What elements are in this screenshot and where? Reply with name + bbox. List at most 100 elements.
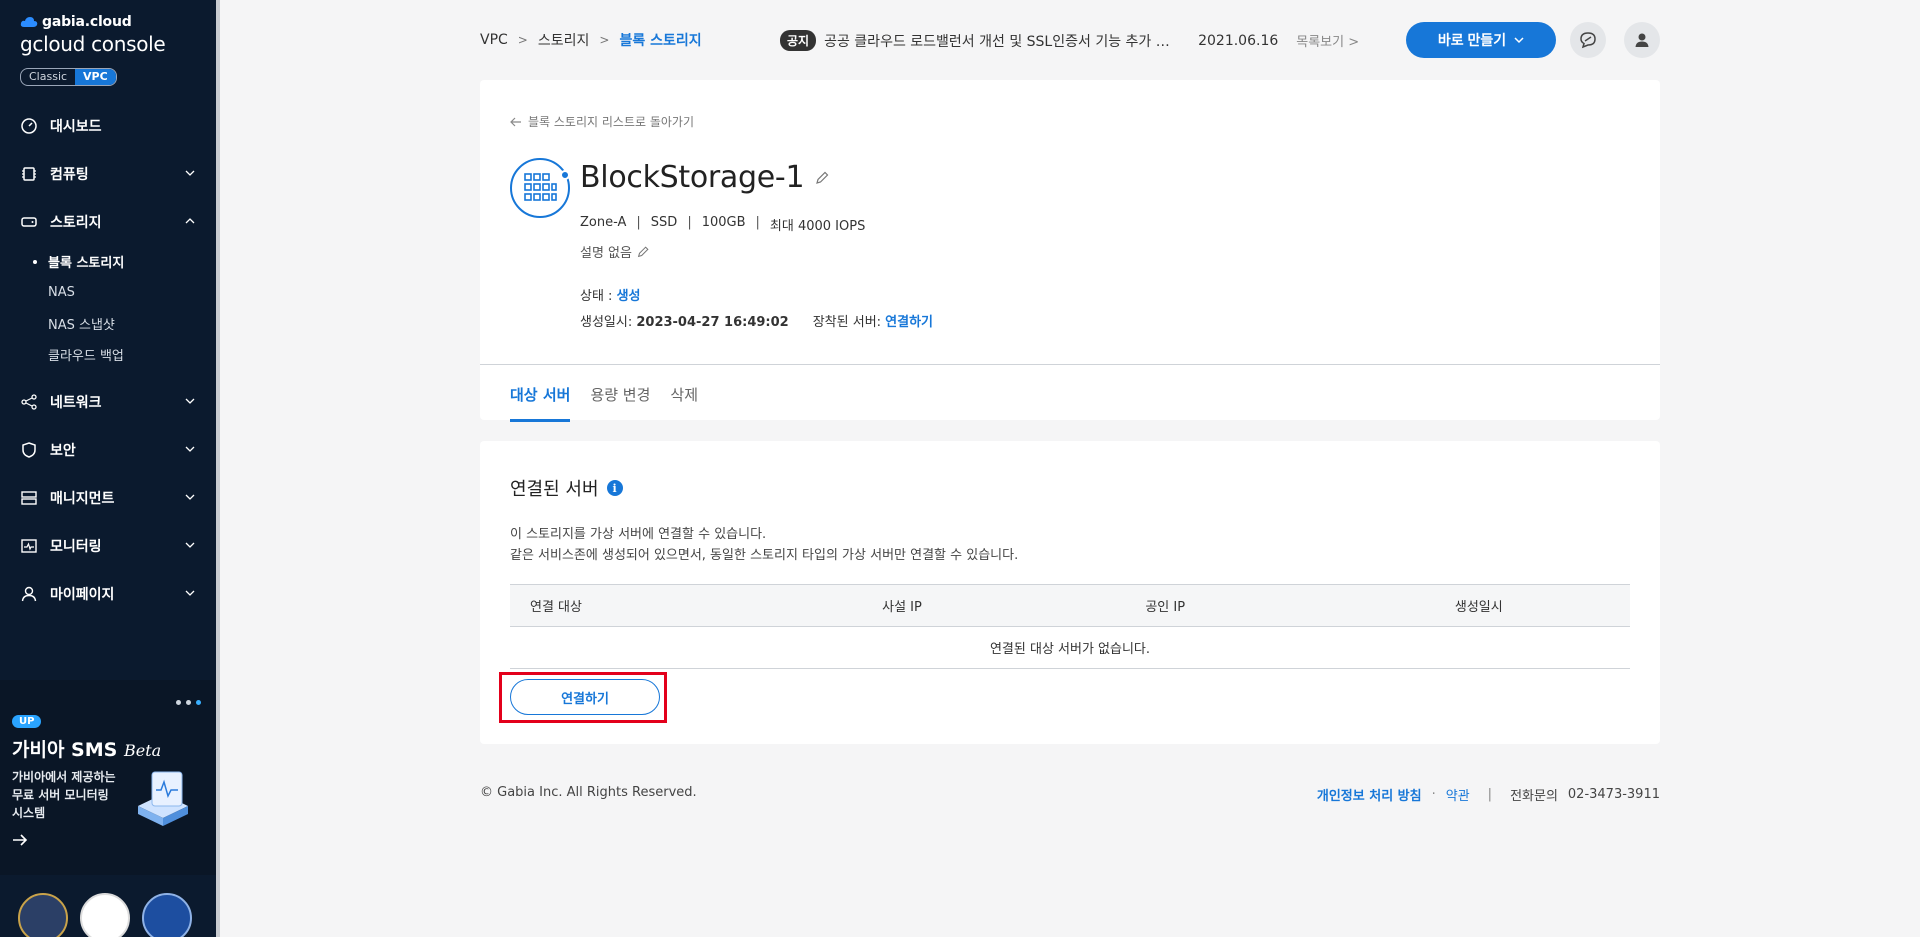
dashboard-icon bbox=[21, 118, 37, 134]
nav-label: 네트워크 bbox=[50, 395, 102, 411]
mounted-connect-link[interactable]: 연결하기 bbox=[885, 315, 933, 330]
back-link-label: 블록 스토리지 리스트로 돌아가기 bbox=[528, 115, 695, 129]
connect-button[interactable]: 연결하기 bbox=[510, 679, 660, 715]
nav-computing[interactable]: 컴퓨팅 bbox=[0, 150, 219, 198]
nav-label: 마이페이지 bbox=[50, 587, 115, 603]
breadcrumb-block-storage[interactable]: 블록 스토리지 bbox=[619, 30, 701, 50]
pencil-icon[interactable] bbox=[814, 170, 830, 186]
main-nav: 대시보드 컴퓨팅 스토리지 블록 스토리지 NAS NAS 스냅샷 클라우드 백… bbox=[0, 102, 219, 618]
chevron-down-icon bbox=[185, 170, 195, 176]
breadcrumb-storage[interactable]: 스토리지 bbox=[538, 30, 590, 50]
network-icon bbox=[21, 394, 37, 410]
phone-label: 전화문의 bbox=[1510, 789, 1558, 804]
pipe-separator: | bbox=[1487, 787, 1493, 802]
monitor-icon bbox=[21, 539, 37, 553]
table-header-row: 연결 대상 사설 IP 공인 IP 생성일시 bbox=[510, 584, 1630, 627]
notice-more-link[interactable]: 목록보기 > bbox=[1296, 31, 1359, 50]
promo-title: 가비아 SMS Beta bbox=[12, 739, 162, 761]
brand-logo[interactable]: gabia.cloud gcloud console bbox=[0, 0, 219, 56]
nav-mypage[interactable]: 마이페이지 bbox=[0, 570, 219, 618]
tab-resize[interactable]: 용량 변경 bbox=[590, 384, 650, 422]
chevron-down-icon bbox=[185, 542, 195, 548]
col-target: 연결 대상 bbox=[510, 584, 802, 627]
notice-date: 2021.06.16 bbox=[1198, 32, 1279, 49]
section-title: 연결된 서버 i bbox=[510, 475, 623, 501]
created-label: 생성일시: bbox=[580, 315, 637, 330]
connected-servers-table: 연결 대상 사설 IP 공인 IP 생성일시 연결된 대상 서버가 없습니다. bbox=[510, 584, 1630, 669]
notice-text[interactable]: 공공 클라우드 로드밸런서 개선 및 SSL인증서 기능 추가 안내 bbox=[824, 31, 1172, 51]
mode-vpc[interactable]: VPC bbox=[75, 69, 116, 85]
quick-create-button[interactable]: 바로 만들기 bbox=[1406, 22, 1556, 58]
spec-iops: 최대 4000 IOPS bbox=[769, 219, 866, 234]
storage-meta: 생성일시: 2023-04-27 16:49:02 장착된 서버: 연결하기 bbox=[580, 311, 933, 330]
chat-button[interactable] bbox=[1570, 22, 1606, 58]
breadcrumb-separator: > bbox=[517, 33, 528, 47]
promo-banner[interactable]: UP 가비아 SMS Beta 가비아에서 제공하는 무료 서버 모니터링 시스… bbox=[0, 680, 216, 875]
sidebar-scrollbar[interactable] bbox=[216, 0, 220, 937]
tab-delete[interactable]: 삭제 bbox=[670, 384, 698, 422]
nav-monitoring[interactable]: 모니터링 bbox=[0, 522, 219, 570]
carousel-dots[interactable] bbox=[176, 700, 201, 705]
spec-type: SSD bbox=[650, 215, 678, 230]
nav-label: 보안 bbox=[50, 443, 76, 459]
info-icon[interactable]: i bbox=[606, 480, 623, 496]
cert-badges bbox=[18, 893, 192, 937]
nav-label: 대시보드 bbox=[50, 119, 102, 135]
promo-badge: UP bbox=[12, 715, 42, 728]
breadcrumb-vpc[interactable]: VPC bbox=[480, 32, 508, 48]
dot-separator: · bbox=[1431, 787, 1436, 802]
created-value: 2023-04-27 16:49:02 bbox=[636, 315, 789, 330]
storage-detail-card: 블록 스토리지 리스트로 돌아가기 BlockStorage-1 Zone-A |… bbox=[480, 80, 1660, 422]
privacy-link[interactable]: 개인정보 처리 방침 bbox=[1317, 785, 1422, 804]
connected-servers-card: 연결된 서버 i 이 스토리지를 가상 서버에 연결할 수 있습니다. 같은 서… bbox=[480, 441, 1660, 744]
tab-target-server[interactable]: 대상 서버 bbox=[510, 384, 571, 422]
storage-spec: Zone-A | SSD | 100GB | 최대 4000 IOPS bbox=[580, 215, 866, 234]
section-title-text: 연결된 서버 bbox=[510, 479, 599, 500]
mounted-label: 장착된 서버: bbox=[812, 315, 886, 330]
account-button[interactable] bbox=[1624, 22, 1660, 58]
csap-badge-icon bbox=[142, 893, 192, 937]
nav-dashboard[interactable]: 대시보드 bbox=[0, 102, 219, 150]
cloud-service-badge-icon bbox=[80, 893, 130, 937]
sub-item-cloud-backup[interactable]: 클라우드 백업 bbox=[0, 339, 219, 370]
nav-network[interactable]: 네트워크 bbox=[0, 378, 219, 426]
status-dot bbox=[560, 170, 570, 180]
chat-icon bbox=[1580, 32, 1596, 49]
promo-desc: 가비아에서 제공하는 무료 서버 모니터링 시스템 bbox=[12, 770, 116, 820]
phone-number: 02-3473-3911 bbox=[1567, 787, 1660, 802]
storage-icon bbox=[21, 217, 37, 227]
chevron-down-icon bbox=[1514, 37, 1524, 44]
empty-message: 연결된 대상 서버가 없습니다. bbox=[510, 626, 1630, 669]
breadcrumb-separator: > bbox=[599, 33, 610, 47]
storage-submenu: 블록 스토리지 NAS NAS 스냅샷 클라우드 백업 bbox=[0, 246, 219, 378]
breadcrumb: VPC > 스토리지 > 블록 스토리지 bbox=[480, 30, 702, 50]
arrow-right-icon[interactable] bbox=[12, 833, 28, 847]
cloud-icon bbox=[20, 17, 38, 27]
nav-label: 컴퓨팅 bbox=[50, 167, 89, 183]
table-row: 연결된 대상 서버가 없습니다. bbox=[510, 626, 1630, 669]
sub-item-nas[interactable]: NAS bbox=[0, 277, 219, 308]
nav-security[interactable]: 보안 bbox=[0, 426, 219, 474]
detail-tabs: 대상 서버 용량 변경 삭제 bbox=[510, 384, 698, 422]
shield-icon bbox=[22, 442, 36, 458]
help-line-2: 같은 서비스존에 생성되어 있으면서, 동일한 스토리지 타입의 가상 서버만 … bbox=[510, 548, 1019, 563]
storage-name-text: BlockStorage-1 bbox=[580, 160, 805, 195]
col-private-ip: 사설 IP bbox=[801, 584, 1003, 627]
back-to-list-link[interactable]: 블록 스토리지 리스트로 돌아가기 bbox=[510, 113, 694, 130]
brand-sub-text: gcloud console bbox=[20, 32, 166, 56]
sub-item-block-storage[interactable]: 블록 스토리지 bbox=[0, 246, 219, 277]
nav-storage[interactable]: 스토리지 bbox=[0, 198, 219, 246]
col-created: 생성일시 bbox=[1327, 584, 1630, 627]
help-line-1: 이 스토리지를 가상 서버에 연결할 수 있습니다. bbox=[510, 527, 767, 542]
copyright: © Gabia Inc. All Rights Reserved. bbox=[480, 785, 697, 800]
terms-link[interactable]: 약관 bbox=[1446, 785, 1470, 804]
sub-item-nas-snapshot[interactable]: NAS 스냅샷 bbox=[0, 308, 219, 339]
arrow-left-icon bbox=[510, 117, 521, 126]
brand-top-text: gabia.cloud bbox=[42, 14, 132, 30]
cert-badge-icon bbox=[18, 893, 68, 937]
mode-classic[interactable]: Classic bbox=[21, 69, 75, 85]
chevron-up-icon bbox=[185, 218, 195, 224]
nav-management[interactable]: 매니지먼트 bbox=[0, 474, 219, 522]
pencil-icon[interactable] bbox=[636, 245, 650, 259]
nav-label: 모니터링 bbox=[50, 539, 102, 555]
